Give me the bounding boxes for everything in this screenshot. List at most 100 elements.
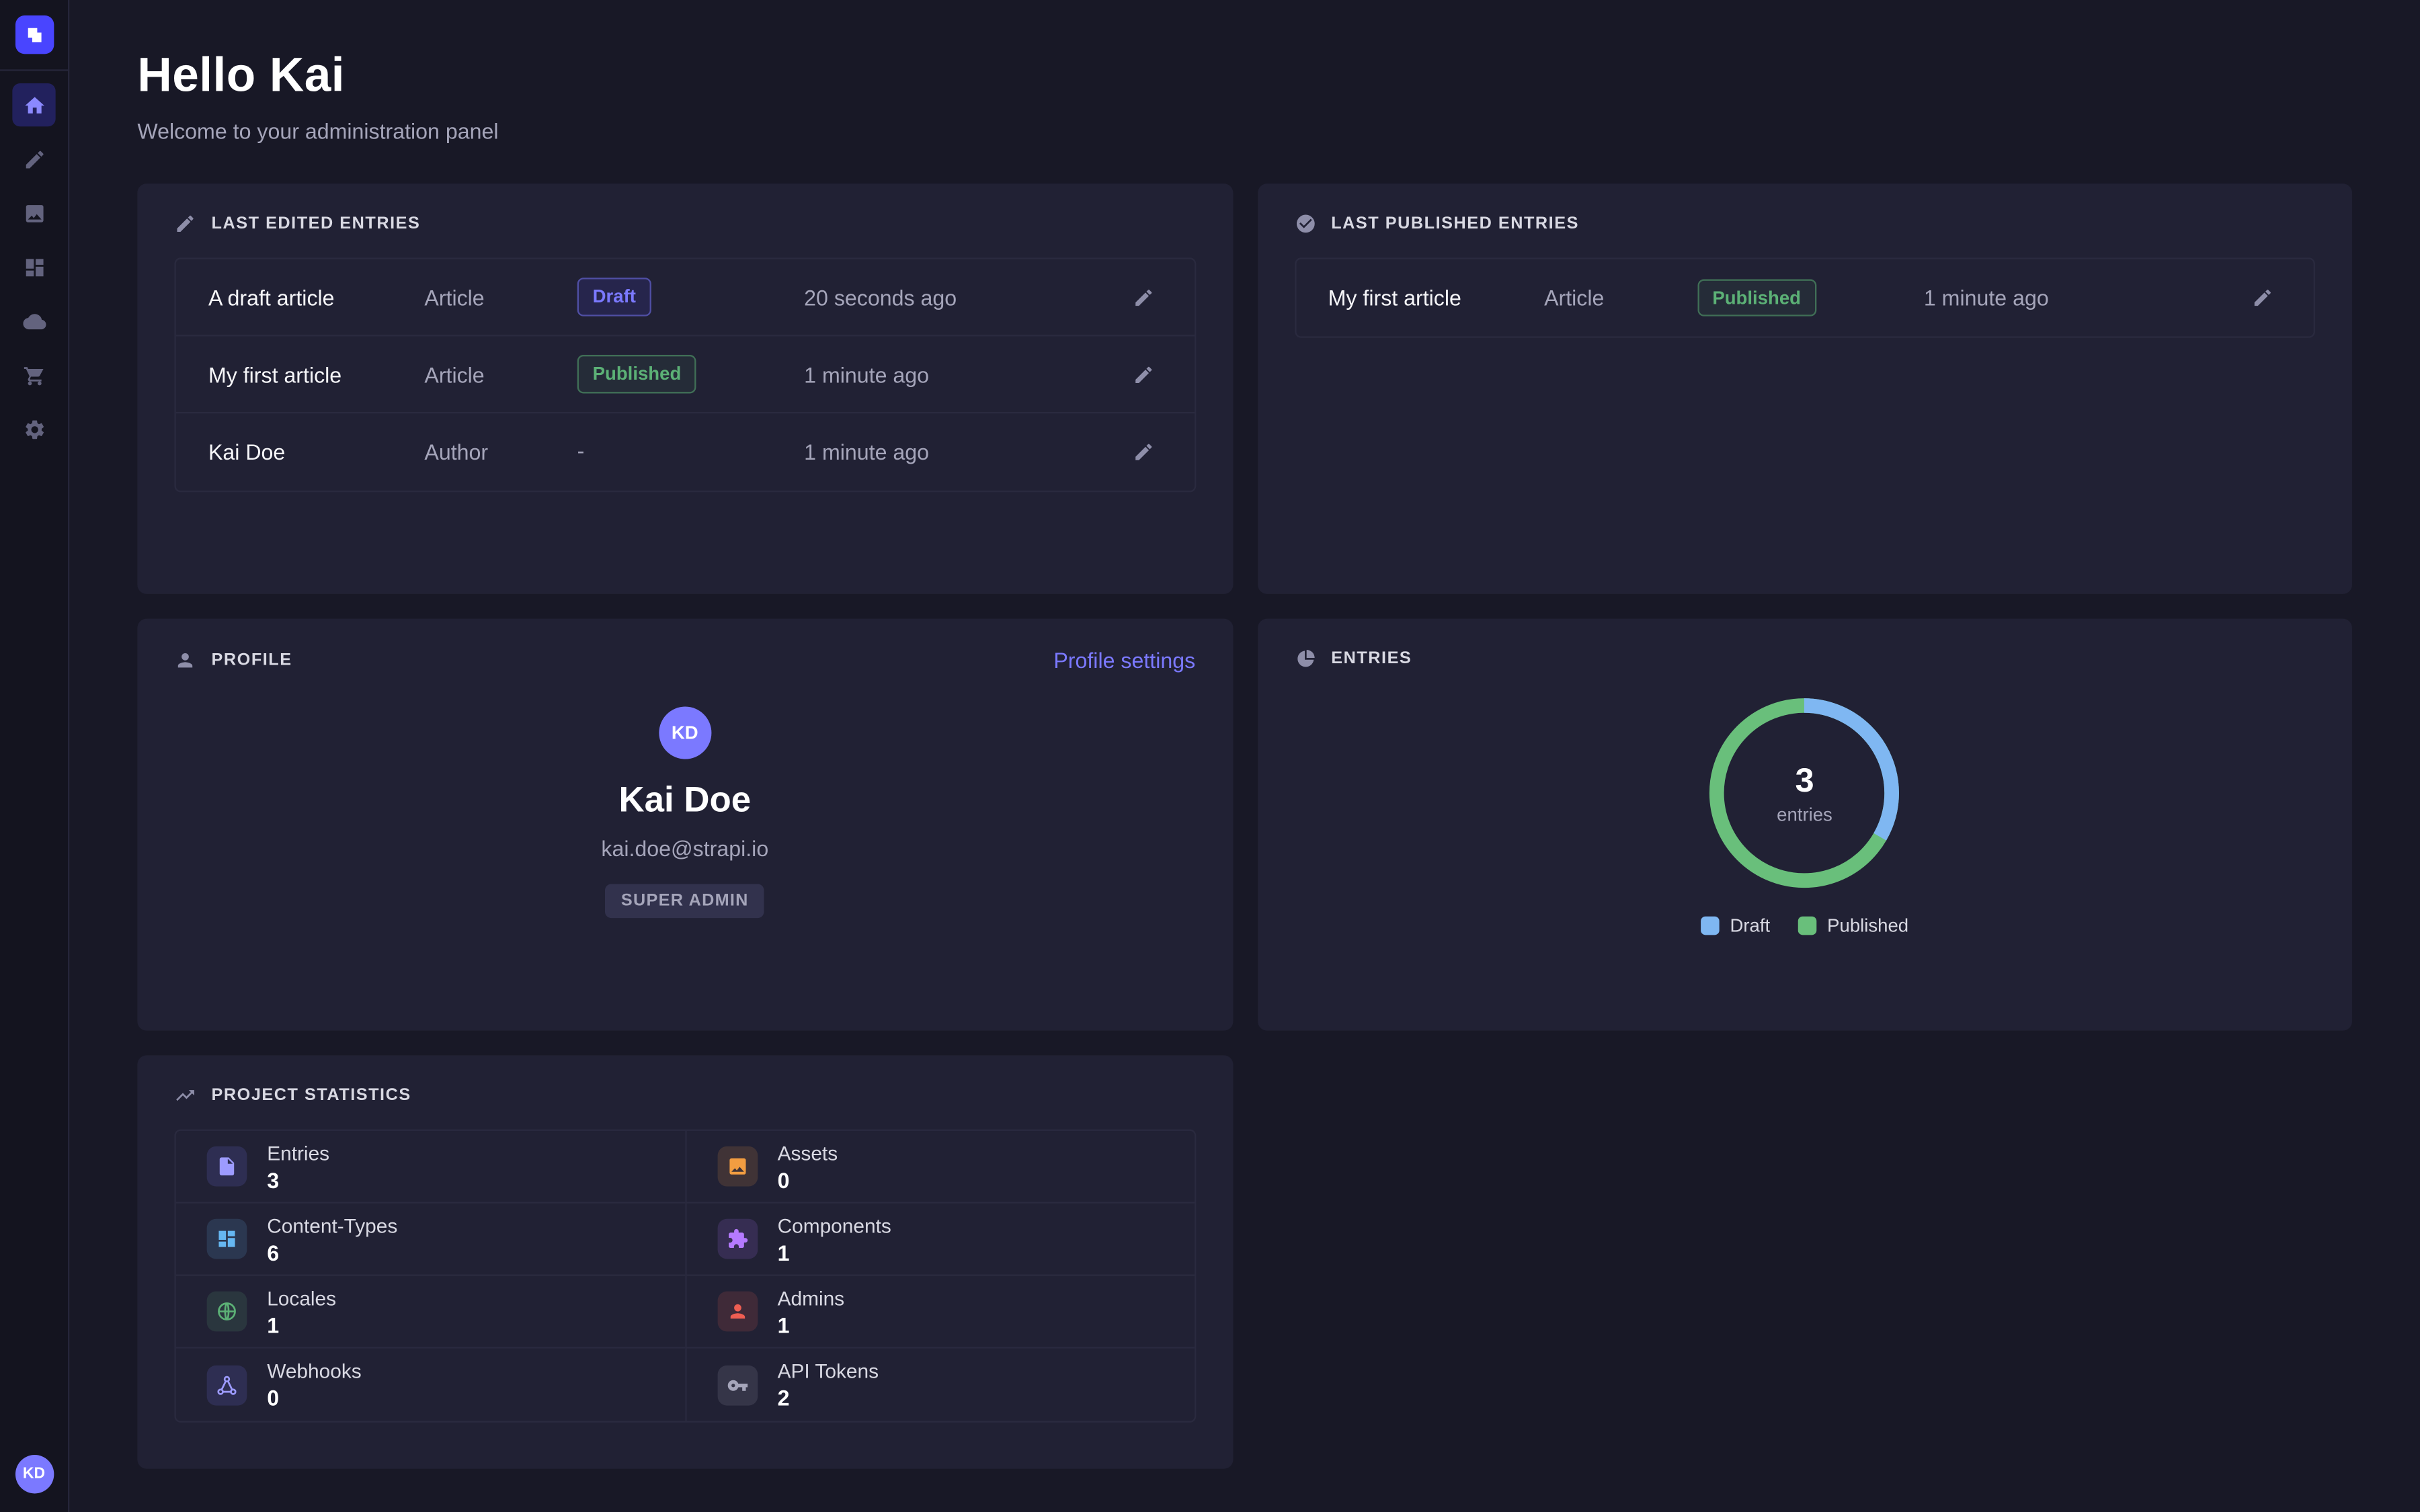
last-edited-entries-card: LAST EDITED ENTRIES A draft article Arti… bbox=[137, 183, 1232, 594]
entry-status-cell: - bbox=[577, 438, 805, 466]
stat-label: Entries bbox=[267, 1141, 329, 1164]
pictures-icon bbox=[22, 202, 45, 224]
chart-legend: Draft Published bbox=[1701, 915, 1908, 936]
card-title: LAST EDITED ENTRIES bbox=[212, 214, 421, 233]
entries-donut-chart: 3 entries bbox=[1707, 696, 1902, 890]
stat-value: 0 bbox=[778, 1167, 838, 1192]
legend-item-draft: Draft bbox=[1701, 915, 1770, 936]
main-content: Hello Kai Welcome to your administration… bbox=[69, 0, 2420, 1512]
sidebar-nav bbox=[12, 83, 55, 450]
pencil-icon bbox=[1132, 286, 1154, 308]
last-published-entries-card: LAST PUBLISHED ENTRIES My first article … bbox=[1257, 183, 2352, 594]
profile-name: Kai Doe bbox=[618, 779, 751, 821]
pencil-icon bbox=[2252, 287, 2273, 308]
api-tokens-icon bbox=[717, 1365, 758, 1405]
stat-value: 1 bbox=[778, 1240, 891, 1265]
pencil-icon bbox=[1132, 364, 1154, 385]
entry-type: Article bbox=[1544, 286, 1697, 310]
card-title: ENTRIES bbox=[1331, 650, 1412, 669]
entry-name: A draft article bbox=[208, 285, 424, 310]
stat-webhooks: Webhooks 0 bbox=[176, 1349, 685, 1421]
stat-label: Webhooks bbox=[267, 1359, 361, 1382]
sidebar-item-content-manager[interactable] bbox=[12, 137, 55, 180]
status-badge: Published bbox=[1697, 279, 1816, 317]
stat-content-types: Content-Types 6 bbox=[176, 1204, 685, 1276]
admins-icon bbox=[717, 1292, 758, 1332]
stat-label: API Tokens bbox=[778, 1359, 879, 1382]
entry-type: Author bbox=[424, 439, 577, 464]
sidebar-item-media-library[interactable] bbox=[12, 192, 55, 235]
webhooks-icon bbox=[207, 1365, 247, 1405]
legend-label: Draft bbox=[1730, 915, 1770, 936]
entries-count-label: entries bbox=[1777, 804, 1832, 825]
stat-label: Content-Types bbox=[267, 1214, 397, 1236]
card-header: ENTRIES bbox=[1294, 648, 2315, 669]
profile-settings-link[interactable]: Profile settings bbox=[1053, 648, 1195, 673]
stat-api-tokens: API Tokens 2 bbox=[685, 1349, 1194, 1421]
legend-label: Published bbox=[1827, 915, 1908, 936]
edit-entry-button[interactable] bbox=[1125, 278, 1162, 315]
page-title: Hello Kai bbox=[137, 48, 2352, 103]
sidebar-divider bbox=[0, 69, 69, 71]
app-root: KD Hello Kai Welcome to your administrat… bbox=[0, 0, 2420, 1512]
entries-icon bbox=[207, 1146, 247, 1187]
entries-card: ENTRIES 3 entries bbox=[1257, 619, 2352, 1031]
components-icon bbox=[717, 1219, 758, 1259]
check-circle-icon bbox=[1294, 213, 1316, 235]
status-empty: - bbox=[577, 438, 585, 463]
card-header: LAST EDITED ENTRIES bbox=[174, 213, 1195, 235]
entry-name: My first article bbox=[1328, 286, 1544, 310]
sidebar-item-content-type-builder[interactable] bbox=[12, 245, 55, 288]
sidebar-item-deploy[interactable] bbox=[12, 299, 55, 342]
stat-label: Assets bbox=[778, 1141, 838, 1164]
profile-card: PROFILE Profile settings KD Kai Doe kai.… bbox=[137, 619, 1232, 1031]
entry-time: 1 minute ago bbox=[804, 439, 1124, 464]
pen-icon bbox=[22, 147, 45, 170]
strapi-logo[interactable] bbox=[15, 15, 53, 54]
card-title: LAST PUBLISHED ENTRIES bbox=[1331, 214, 1579, 233]
card-header: PROFILE Profile settings bbox=[174, 648, 1195, 673]
stat-components: Components 1 bbox=[685, 1204, 1194, 1276]
stat-locales: Locales 1 bbox=[176, 1276, 685, 1349]
donut-center: 3 entries bbox=[1707, 696, 1902, 890]
edit-entry-button[interactable] bbox=[1125, 355, 1162, 392]
stat-entries: Entries 3 bbox=[176, 1131, 685, 1204]
card-header: PROJECT STATISTICS bbox=[174, 1085, 1195, 1106]
edit-entry-button[interactable] bbox=[1125, 433, 1162, 470]
strapi-logo-icon bbox=[24, 25, 44, 45]
card-title: PROFILE bbox=[212, 651, 292, 670]
draft-swatch bbox=[1701, 917, 1720, 935]
entry-status-cell: Published bbox=[1697, 279, 1924, 317]
table-row: Kai Doe Author - 1 minute ago bbox=[176, 413, 1194, 491]
gear-icon bbox=[22, 417, 45, 440]
stat-label: Components bbox=[778, 1214, 891, 1236]
profile-avatar: KD bbox=[659, 707, 711, 759]
stat-value: 3 bbox=[267, 1167, 329, 1192]
published-swatch bbox=[1798, 917, 1816, 935]
stat-value: 2 bbox=[778, 1386, 879, 1411]
dashboard-grid: LAST EDITED ENTRIES A draft article Arti… bbox=[137, 183, 2352, 1469]
entry-type: Article bbox=[424, 285, 577, 310]
status-badge: Published bbox=[577, 355, 697, 393]
card-header: LAST PUBLISHED ENTRIES bbox=[1294, 213, 2315, 235]
edit-entry-button[interactable] bbox=[2244, 280, 2281, 317]
entry-name: Kai Doe bbox=[208, 439, 424, 464]
sidebar-item-marketplace[interactable] bbox=[12, 353, 55, 396]
sidebar-item-settings[interactable] bbox=[12, 407, 55, 450]
user-avatar[interactable]: KD bbox=[15, 1455, 53, 1493]
project-statistics-card: PROJECT STATISTICS Entries 3 Assets bbox=[137, 1055, 1232, 1468]
stat-value: 6 bbox=[267, 1240, 397, 1265]
sidebar: KD bbox=[0, 0, 69, 1512]
status-badge: Draft bbox=[577, 278, 651, 316]
pencil-icon bbox=[174, 213, 196, 235]
cloud-icon bbox=[22, 309, 45, 332]
stat-value: 1 bbox=[778, 1312, 845, 1337]
table-row: My first article Article Published 1 min… bbox=[176, 337, 1194, 414]
card-title: PROJECT STATISTICS bbox=[212, 1086, 411, 1105]
entry-time: 20 seconds ago bbox=[804, 285, 1124, 310]
entry-time: 1 minute ago bbox=[1924, 286, 2244, 310]
layout-icon bbox=[22, 255, 45, 278]
stat-value: 0 bbox=[267, 1386, 361, 1411]
sidebar-item-home[interactable] bbox=[12, 83, 55, 126]
page-header: Hello Kai Welcome to your administration… bbox=[137, 0, 2352, 144]
